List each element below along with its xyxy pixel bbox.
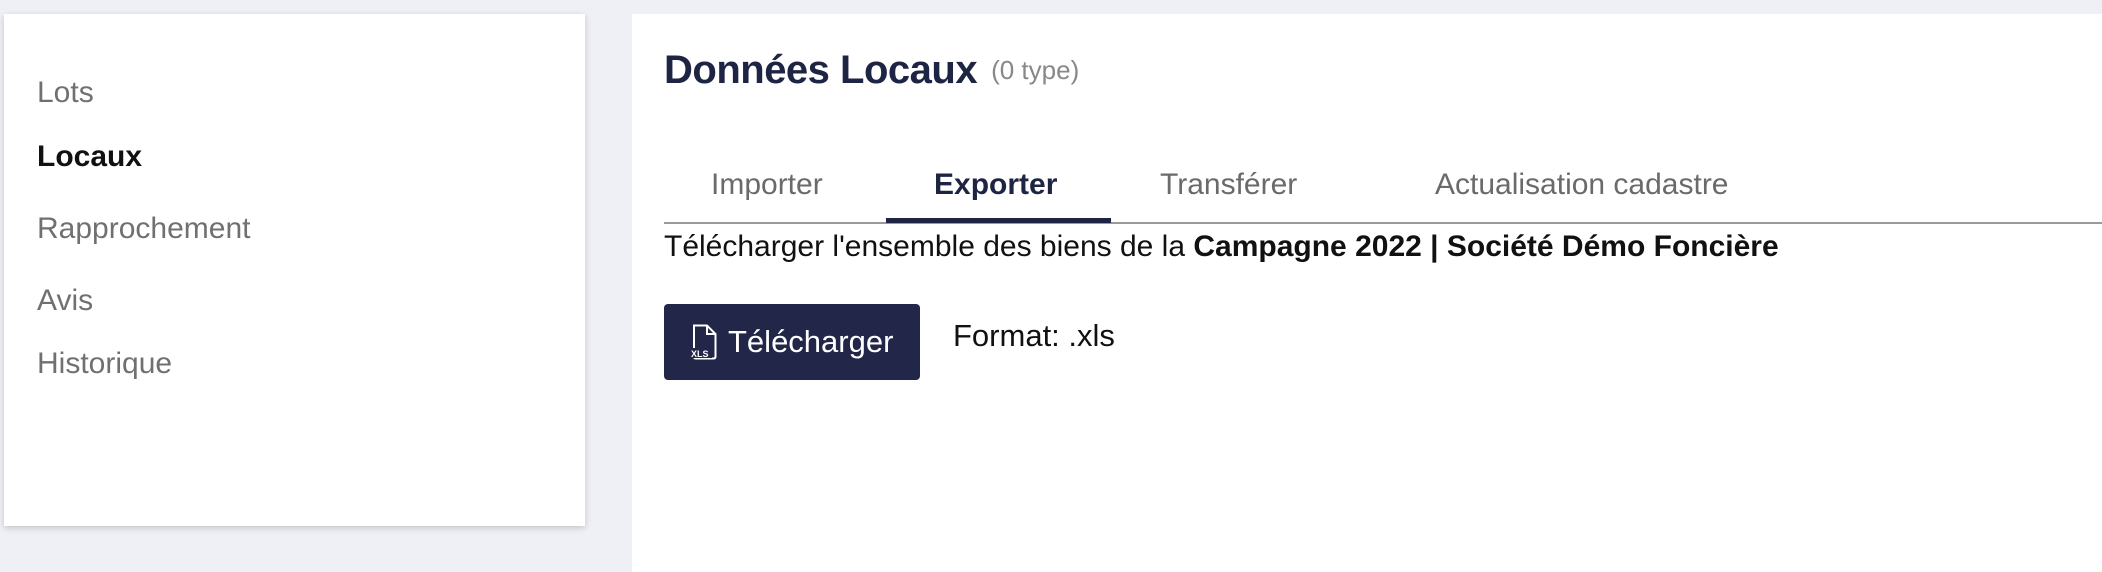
main-panel: Données Locaux (0 type) Importer Exporter… <box>632 14 2102 572</box>
active-tab-indicator <box>886 218 1111 223</box>
sidebar: Lots Locaux Rapprochement Avis Historiqu… <box>4 14 585 526</box>
download-button[interactable]: XLS Télécharger <box>664 304 920 380</box>
tab-actualisation-cadastre[interactable]: Actualisation cadastre <box>1435 170 1729 200</box>
sidebar-item-historique[interactable]: Historique <box>37 349 172 379</box>
download-button-label: Télécharger <box>728 324 894 359</box>
title-row: Données Locaux (0 type) <box>664 48 1079 93</box>
sidebar-item-lots[interactable]: Lots <box>37 78 94 108</box>
tab-bar: Importer Exporter Transférer Actualisati… <box>664 134 2102 224</box>
xls-icon-text: XLS <box>691 349 709 359</box>
sidebar-item-rapprochement[interactable]: Rapprochement <box>37 214 250 244</box>
tab-transferer[interactable]: Transférer <box>1160 170 1297 200</box>
page-title: Données Locaux <box>664 48 978 92</box>
format-label: Format: .xls <box>953 318 1115 353</box>
export-description: Télécharger l'ensemble des biens de la C… <box>664 230 1779 264</box>
sidebar-item-avis[interactable]: Avis <box>37 286 93 316</box>
tab-exporter[interactable]: Exporter <box>934 170 1057 200</box>
campaign-name: Campagne 2022 | Société Démo Foncière <box>1193 230 1779 263</box>
xls-file-icon: XLS <box>690 324 718 360</box>
tab-importer[interactable]: Importer <box>711 170 823 200</box>
sidebar-item-locaux[interactable]: Locaux <box>37 142 142 172</box>
type-count: (0 type) <box>991 55 1080 85</box>
export-description-text: Télécharger l'ensemble des biens de la <box>664 230 1194 263</box>
